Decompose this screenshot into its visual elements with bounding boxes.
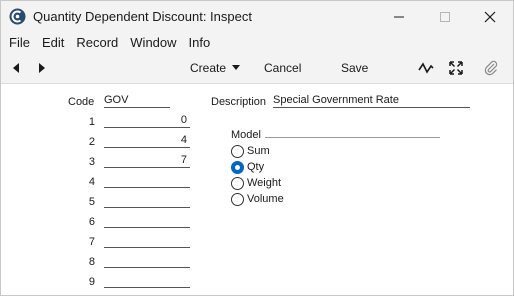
row-number: 3: [88, 156, 95, 168]
row-number: 5: [88, 196, 95, 208]
radio-label-volume: Volume: [247, 193, 284, 205]
paperclip-icon: [484, 60, 498, 76]
model-label: Model: [231, 129, 261, 141]
app-window: Quantity Dependent Discount: Inspect Fil…: [0, 0, 514, 296]
toolbar: Create Cancel Save: [1, 53, 513, 84]
row-number: 6: [88, 216, 95, 228]
row-number: 8: [88, 256, 95, 268]
menu-edit[interactable]: Edit: [42, 35, 64, 50]
description-label: Description: [211, 96, 267, 108]
row-number: 4: [88, 176, 95, 188]
window-title: Quantity Dependent Discount: Inspect: [33, 9, 252, 24]
save-button[interactable]: Save: [341, 61, 368, 75]
nav-back-button[interactable]: [7, 59, 25, 77]
radio-label-qty: Qty: [247, 161, 265, 173]
menu-record[interactable]: Record: [76, 35, 118, 50]
nav-back-icon: [13, 63, 19, 73]
code-field[interactable]: GOV: [104, 94, 170, 108]
menu-bar: File Edit Record Window Info: [1, 32, 513, 53]
close-icon: [484, 11, 496, 22]
quantity-field[interactable]: [104, 214, 190, 228]
minimize-button[interactable]: [376, 1, 422, 32]
quantity-field[interactable]: 7: [104, 154, 190, 168]
app-logo-icon: [9, 8, 26, 25]
row-number: 7: [88, 236, 95, 248]
model-option-weight[interactable]: Weight: [231, 176, 281, 190]
model-divider: [265, 137, 440, 138]
menu-window[interactable]: Window: [130, 35, 176, 50]
radio-volume[interactable]: [231, 192, 244, 206]
row-number: 9: [88, 276, 95, 288]
create-button[interactable]: Create: [190, 61, 241, 75]
create-label: Create: [190, 61, 227, 75]
maximize-button[interactable]: [422, 1, 468, 32]
model-option-qty[interactable]: Qty: [231, 160, 264, 174]
maximize-icon: [440, 11, 450, 22]
radio-qty[interactable]: [231, 160, 244, 174]
nav-forward-button[interactable]: [33, 59, 51, 77]
expand-button[interactable]: [447, 59, 465, 77]
description-field[interactable]: Special Government Rate: [273, 94, 470, 108]
row-number: 1: [88, 116, 95, 128]
title-bar: Quantity Dependent Discount: Inspect: [1, 1, 513, 32]
quantity-field[interactable]: [104, 194, 190, 208]
nav-forward-icon: [39, 63, 45, 73]
quantity-field[interactable]: 4: [104, 134, 190, 148]
menu-file[interactable]: File: [9, 35, 30, 50]
radio-label-sum: Sum: [247, 145, 270, 157]
menu-info[interactable]: Info: [189, 35, 211, 50]
attachment-button[interactable]: [482, 59, 500, 77]
model-option-volume[interactable]: Volume: [231, 192, 284, 206]
quantity-field[interactable]: 0: [104, 114, 190, 128]
radio-sum[interactable]: [231, 144, 244, 158]
radio-weight[interactable]: [231, 176, 244, 190]
model-option-sum[interactable]: Sum: [231, 144, 270, 158]
expand-icon: [449, 61, 463, 75]
activity-button[interactable]: [417, 59, 435, 77]
quantity-field[interactable]: [104, 274, 190, 288]
radio-label-weight: Weight: [247, 177, 282, 189]
activity-icon: [418, 62, 434, 74]
code-label: Code: [68, 96, 95, 108]
quantity-field[interactable]: [104, 234, 190, 248]
close-button[interactable]: [467, 1, 513, 32]
minimize-icon: [394, 16, 404, 17]
quantity-field[interactable]: [104, 174, 190, 188]
cancel-button[interactable]: Cancel: [264, 61, 301, 75]
row-number: 2: [88, 136, 95, 148]
chevron-down-icon: [232, 65, 241, 71]
quantity-field[interactable]: [104, 254, 190, 268]
